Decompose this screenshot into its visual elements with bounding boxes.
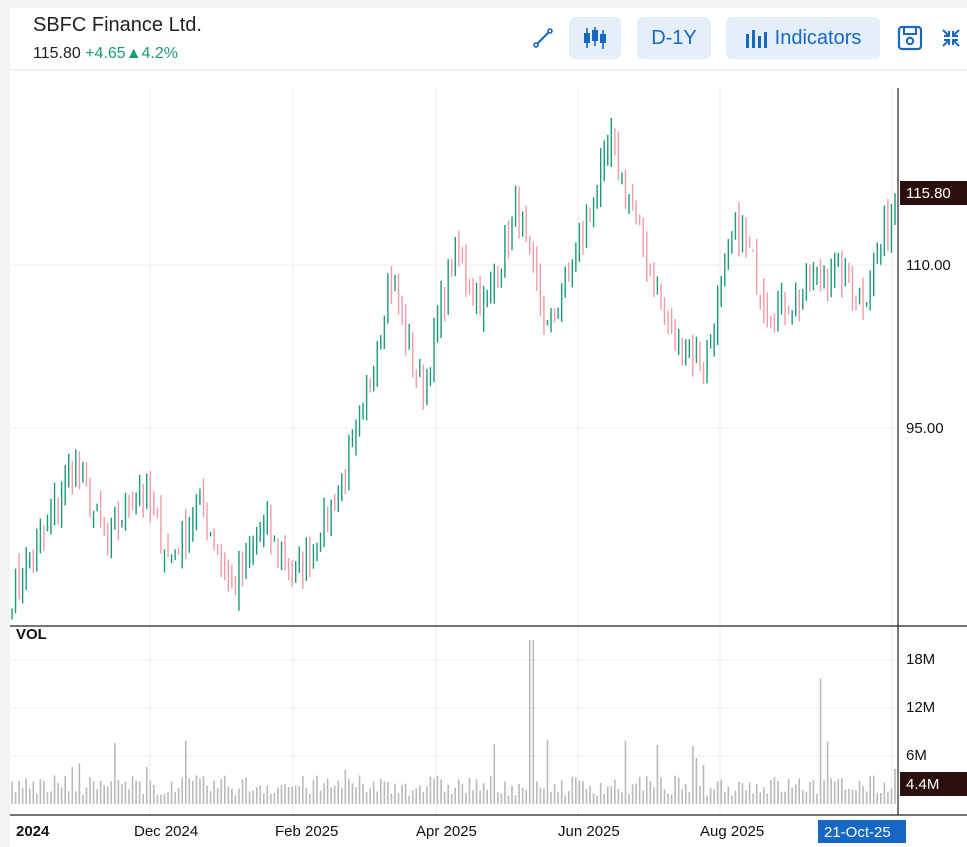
time-tick: 2024	[16, 823, 50, 840]
volume-layer	[11, 640, 896, 804]
price-tick: 95.00	[906, 420, 944, 437]
volume-tick: 18M	[906, 651, 935, 668]
last-volume-label: 4.4M	[906, 776, 939, 793]
cursor-date-label: 21-Oct-25	[824, 824, 891, 841]
candles-layer	[11, 117, 896, 620]
time-tick: Dec 2024	[134, 823, 198, 840]
price-tick: 110.00	[906, 257, 951, 274]
volume-tick: 12M	[906, 699, 935, 716]
time-tick: Apr 2025	[416, 823, 477, 840]
time-tick: Aug 2025	[700, 823, 764, 840]
volume-tick: 6M	[906, 747, 927, 764]
last-price-label: 115.80	[906, 185, 951, 202]
price-chart[interactable]: VOL 110.00 95.00 115.80 18M 12M 6M 4.4M …	[0, 0, 967, 847]
volume-pane-label: VOL	[16, 626, 47, 643]
time-tick: Feb 2025	[275, 823, 338, 840]
grid-lines	[10, 88, 898, 815]
time-tick: Jun 2025	[558, 823, 620, 840]
